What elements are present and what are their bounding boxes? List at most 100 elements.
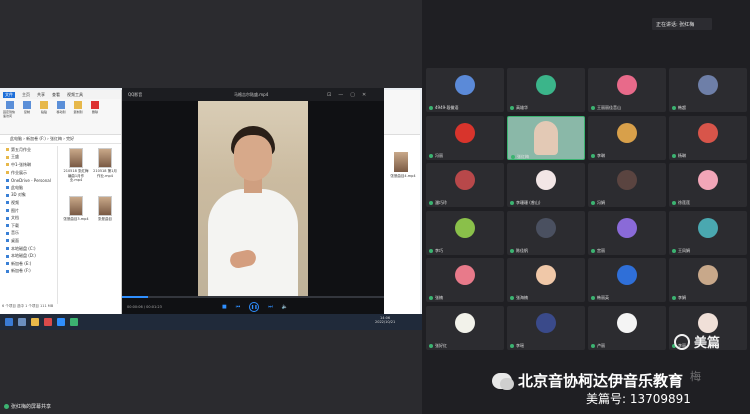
- nav-item[interactable]: 第五月作业: [0, 146, 57, 154]
- nav-item[interactable]: 中1-张炜琳: [0, 161, 57, 169]
- copy-to-icon: [74, 101, 82, 109]
- participant-tile[interactable]: 4949·段徽语: [426, 68, 504, 112]
- ribbon-button[interactable]: 复制: [20, 101, 34, 132]
- participant-tile[interactable]: 张好红: [426, 305, 504, 350]
- participant-tile[interactable]: 宫丽: [588, 210, 666, 255]
- next-icon[interactable]: ⏭: [268, 304, 273, 310]
- start-icon[interactable]: [5, 318, 13, 326]
- wechat-icon[interactable]: [70, 318, 78, 326]
- nav-item[interactable]: 本地磁盘 (D:): [0, 252, 57, 260]
- nav-item[interactable]: 王盛: [0, 154, 57, 162]
- ribbon-button[interactable]: 复制到: [71, 101, 85, 132]
- folder-icon: [6, 163, 9, 167]
- ribbon-tab[interactable]: 文件: [3, 91, 15, 98]
- mic-icon: [672, 248, 676, 253]
- video-file-thumbnail: [98, 196, 112, 216]
- video-player-window: QQ影音 马格吉尔陆盛.mp4 ⊡ — ▢ ✕ 00:00:06 / 00:01…: [122, 88, 384, 314]
- video-file-thumbnail: [69, 148, 83, 168]
- player-icon[interactable]: [57, 318, 65, 326]
- participant-name: 王凤娟: [678, 247, 690, 253]
- folder-icon[interactable]: [31, 318, 39, 326]
- minimize-icon[interactable]: —: [338, 92, 343, 98]
- file-item[interactable]: 张曼曲目: [92, 196, 118, 222]
- participant-tile[interactable]: 李娟: [669, 258, 747, 302]
- ribbon-tab[interactable]: 查看: [52, 92, 60, 98]
- participant-name: 张好红: [435, 342, 447, 348]
- participant-tile[interactable]: 李琳: [588, 115, 666, 160]
- nav-item[interactable]: 文档: [0, 214, 57, 222]
- participant-tile[interactable]: 王凤娟: [669, 210, 747, 255]
- avatar: [455, 122, 475, 143]
- nav-item[interactable]: 下载: [0, 222, 57, 230]
- folder-icon: [6, 148, 9, 152]
- maximize-icon[interactable]: ▢: [350, 92, 355, 98]
- participant-tile[interactable]: 李瑶: [507, 305, 585, 350]
- participant-tile[interactable]: 张红梅: [507, 115, 585, 160]
- item-icon: [6, 209, 9, 213]
- nav-item[interactable]: 3D 对象: [0, 192, 57, 200]
- file-item[interactable]: 210518 第1月作业.mp4: [92, 148, 118, 178]
- participant-tile[interactable]: 冯娟: [588, 163, 666, 207]
- mic-icon: [591, 296, 595, 300]
- nav-item[interactable]: OneDrive - Personal: [0, 176, 57, 184]
- participant-tile[interactable]: 杨琳: [669, 115, 747, 160]
- second-explorer-window: 张曼曲目4.mp4: [384, 90, 420, 314]
- volume-icon[interactable]: 🔈: [282, 304, 288, 310]
- app-icon[interactable]: [44, 318, 52, 326]
- participant-tile[interactable]: 徐莲莲: [669, 163, 747, 207]
- nav-item[interactable]: 本地磁盘 (C:): [0, 245, 57, 253]
- mic-icon: [511, 154, 515, 159]
- participant-tile[interactable]: 王丽丽佳音山: [588, 68, 666, 112]
- mic-icon: [672, 201, 676, 205]
- participant-name: 冯丽: [435, 152, 443, 158]
- nav-item[interactable]: 此电脑: [0, 184, 57, 192]
- video-frame[interactable]: [198, 101, 308, 296]
- search-icon[interactable]: [18, 318, 26, 326]
- avatar: [698, 170, 718, 190]
- file-item[interactable]: 张曼曲目3.mp4: [63, 196, 89, 222]
- participant-tile[interactable]: 卢丽: [588, 305, 666, 350]
- close-icon[interactable]: ✕: [362, 92, 366, 98]
- ribbon-tab[interactable]: 共享: [37, 92, 45, 98]
- participant-tile[interactable]: 高雄华: [507, 68, 585, 112]
- address-bar[interactable]: 此电脑 › 新加卷 (F:) › 张红梅 › 完好: [0, 135, 121, 144]
- meipian-logo: 美篇: [674, 332, 720, 351]
- ribbon-button[interactable]: 删除: [88, 101, 102, 132]
- participant-tile[interactable]: 韩丽英: [588, 258, 666, 302]
- mic-icon: [429, 248, 433, 253]
- nav-item[interactable]: 新加卷 (F:): [0, 268, 57, 276]
- stop-icon[interactable]: ■: [222, 304, 227, 310]
- participant-tile[interactable]: 李珊珊 (曾山): [507, 163, 585, 207]
- playback-progress-bar[interactable]: [122, 296, 384, 298]
- ribbon-button[interactable]: 粘贴: [37, 101, 51, 132]
- participant-tile[interactable]: 陈佳帆: [507, 210, 585, 255]
- participant-tile[interactable]: 李巧: [426, 210, 504, 255]
- ribbon-button[interactable]: 固定到快速访问: [3, 101, 17, 132]
- participant-name-tag: 王丽丽佳音山: [591, 105, 621, 111]
- nav-item[interactable]: 新加卷 (E:): [0, 260, 57, 268]
- participant-tile[interactable]: 张楠: [426, 258, 504, 302]
- participant-tile[interactable]: 韩超: [669, 68, 747, 112]
- nav-item-label: 作业展示: [11, 169, 27, 175]
- nav-item[interactable]: 音乐: [0, 230, 57, 238]
- ribbon-button[interactable]: 移动到: [54, 101, 68, 132]
- previous-icon[interactable]: ⏮: [236, 304, 241, 310]
- nav-item[interactable]: 作业展示: [0, 169, 57, 177]
- pause-button[interactable]: ❚❚: [249, 301, 260, 312]
- nav-item-label: 新加卷 (F:): [11, 268, 31, 274]
- nav-item[interactable]: 视频: [0, 199, 57, 207]
- screen-share-label-text: 张红梅的屏幕共享: [11, 404, 52, 410]
- nav-item[interactable]: 桌面: [0, 237, 57, 245]
- participant-tile[interactable]: 张海楠: [507, 258, 585, 302]
- nav-item[interactable]: 图片: [0, 207, 57, 215]
- participant-tile[interactable]: 冯丽: [426, 115, 504, 160]
- file-item[interactable]: 210518 张红梅编曲1月作业.mp4: [63, 148, 89, 183]
- playback-buttons: ■ ⏮ ❚❚ ⏭ 🔈: [222, 301, 288, 312]
- video-file-thumbnail[interactable]: [394, 152, 408, 172]
- ribbon-button-label: 删除: [91, 110, 98, 114]
- participant-tile[interactable]: 潘巧玲: [426, 163, 504, 207]
- mic-icon: [591, 106, 595, 110]
- pin-icon[interactable]: ⊡: [327, 92, 331, 98]
- ribbon-tab[interactable]: 主页: [22, 92, 30, 98]
- ribbon-tab[interactable]: 视频工具: [67, 92, 83, 98]
